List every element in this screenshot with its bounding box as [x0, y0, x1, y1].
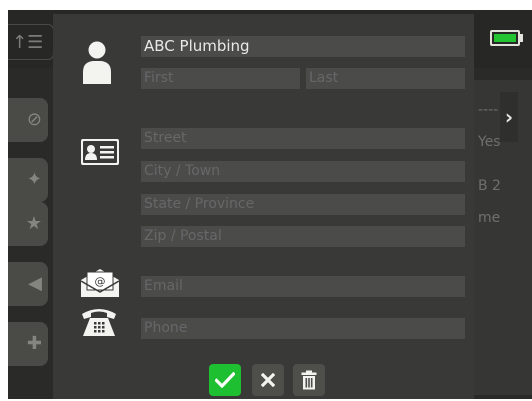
city-placeholder: City / Town: [144, 163, 221, 179]
background-back-tab: ↑☰: [8, 24, 54, 60]
background-tool-button: ✚: [8, 322, 48, 366]
delete-button[interactable]: [293, 364, 325, 396]
company-name-value: ABC Plumbing: [144, 37, 250, 55]
email-field[interactable]: Email: [141, 276, 465, 297]
street-placeholder: Street: [144, 130, 187, 146]
contact-form-dialog: ABC Plumbing First Last Street City / To…: [53, 14, 474, 399]
phone-placeholder: Phone: [144, 320, 188, 336]
close-icon: [261, 373, 275, 387]
cancel-button[interactable]: [252, 364, 284, 396]
state-field[interactable]: State / Province: [141, 194, 465, 215]
last-name-field[interactable]: Last: [306, 68, 465, 89]
state-placeholder: State / Province: [144, 196, 255, 212]
trash-icon: [301, 370, 317, 390]
zip-placeholder: Zip / Postal: [144, 228, 222, 244]
chevron-right-icon[interactable]: ›: [500, 92, 518, 142]
background-tool-button: ◀: [8, 262, 48, 306]
first-name-field[interactable]: First: [141, 68, 300, 89]
address-card-icon: [81, 139, 119, 165]
background-tool-button: ✦: [8, 158, 48, 202]
background-tool-button: ★: [8, 202, 48, 246]
first-name-placeholder: First: [144, 70, 174, 86]
last-name-placeholder: Last: [309, 70, 339, 86]
battery-level-fill: [494, 34, 516, 42]
app-screen: ↑☰ ⊘ ✦ ★ ◀ ✚ ---- Yes B 2 me › ABC Plumb…: [8, 10, 532, 399]
person-icon: [83, 41, 111, 84]
battery-nub: [520, 34, 523, 42]
street-field[interactable]: Street: [141, 128, 465, 149]
email-placeholder: Email: [144, 278, 183, 294]
email-envelope-icon: @: [80, 269, 120, 297]
svg-text:@: @: [95, 275, 106, 288]
zip-field[interactable]: Zip / Postal: [141, 226, 465, 247]
phone-field[interactable]: Phone: [141, 318, 465, 339]
company-name-field[interactable]: ABC Plumbing: [141, 36, 465, 57]
background-item-text: B 2: [478, 178, 501, 194]
battery-icon: [490, 30, 520, 46]
city-field[interactable]: City / Town: [141, 161, 465, 182]
background-item-text: me: [478, 210, 501, 226]
telephone-icon: [82, 309, 116, 336]
checkmark-icon: [215, 372, 235, 388]
background-tool-button: ⊘: [8, 98, 48, 142]
save-button[interactable]: [209, 364, 241, 396]
